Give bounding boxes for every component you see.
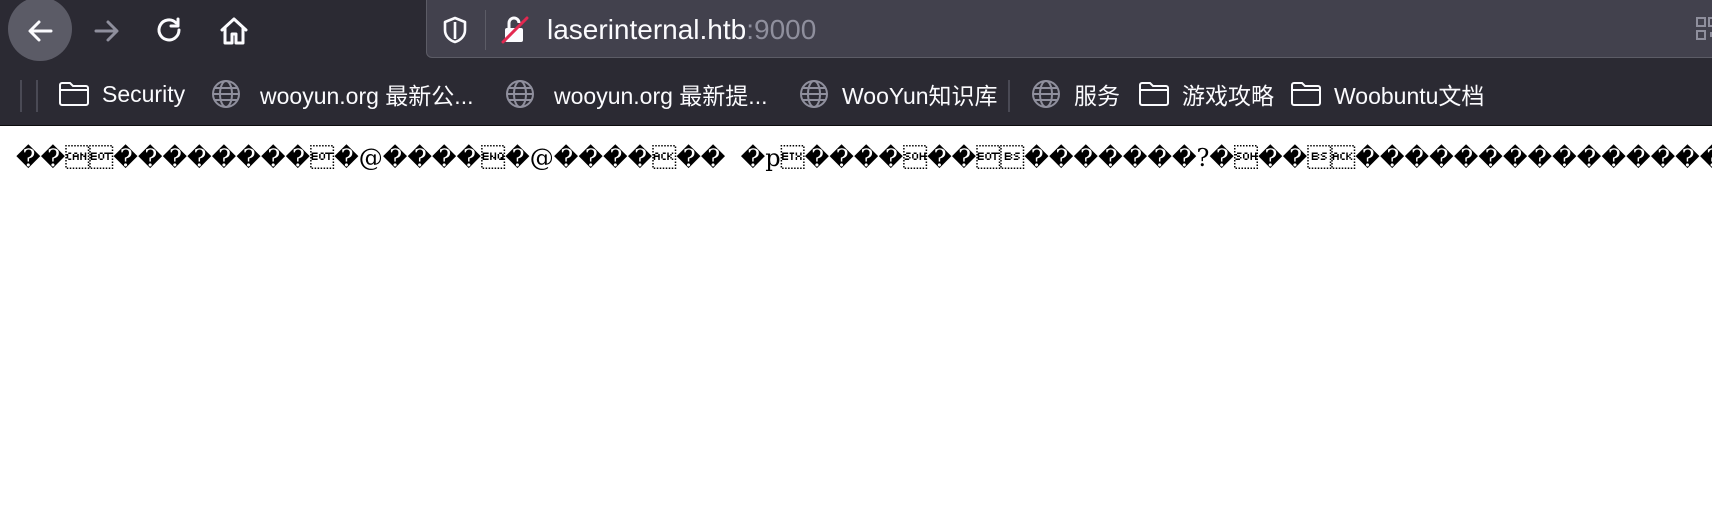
- url-port: :9000: [746, 14, 817, 45]
- browser-toolbar: laserinternal.htb:9000: [0, 0, 1712, 62]
- globe-icon: [506, 80, 534, 108]
- forward-button[interactable]: [74, 0, 140, 62]
- bookmark-label: Security: [102, 80, 186, 107]
- bookmark-wooyun-knowledge[interactable]: WooYun知识库: [798, 74, 998, 114]
- home-button[interactable]: [201, 0, 267, 62]
- url-bar-separator: [485, 10, 486, 50]
- back-icon: [28, 20, 53, 42]
- insecure-lock-icon[interactable]: [499, 14, 531, 46]
- bookmark-label: Woobuntu文档: [1334, 83, 1485, 109]
- qr-code-icon[interactable]: [1693, 14, 1712, 44]
- bookmark-wooyun-public[interactable]: wooyun.org 最新公...: [210, 74, 473, 114]
- globe-icon: [1032, 80, 1060, 108]
- forward-icon: [94, 20, 119, 42]
- bookmark-game-guides[interactable]: 游戏攻略: [1138, 74, 1274, 114]
- folder-icon: [59, 82, 89, 106]
- globe-icon: [212, 80, 240, 108]
- url-host: laserinternal.htb: [547, 14, 747, 45]
- bookmark-wooyun-submit[interactable]: wooyun.org 最新提...: [504, 74, 767, 114]
- bookmark-woobuntu-docs[interactable]: Woobuntu文档: [1290, 74, 1484, 114]
- bookmarks-divider: [36, 80, 38, 112]
- page-content: �����������@�����@������ �p������…: [0, 126, 1712, 524]
- bookmarks-toolbar: Security wooyun.org 最新公... wooyun.org 最新…: [0, 62, 1712, 126]
- bookmark-label: 游戏攻略: [1182, 83, 1274, 109]
- bookmarks-divider: [1008, 80, 1010, 112]
- bookmarks-divider: [20, 80, 22, 112]
- folder-icon: [1291, 82, 1321, 106]
- reload-icon: [157, 17, 181, 42]
- binary-response-text: �����������@�����@������ �p������…: [16, 144, 1712, 172]
- home-icon: [220, 17, 248, 45]
- back-button[interactable]: [7, 0, 73, 62]
- bookmark-label: 服务: [1074, 83, 1120, 109]
- bookmark-label: wooyun.org 最新提...: [554, 83, 768, 109]
- bookmark-security[interactable]: Security: [58, 74, 185, 114]
- tracking-protection-shield-icon[interactable]: [441, 15, 469, 45]
- bookmark-label: WooYun知识库: [842, 83, 998, 109]
- url-bar[interactable]: laserinternal.htb:9000: [426, 0, 1712, 58]
- bookmark-services[interactable]: 服务: [1030, 74, 1120, 114]
- globe-icon: [800, 80, 828, 108]
- url-text[interactable]: laserinternal.htb:9000: [547, 13, 816, 47]
- bookmark-label: wooyun.org 最新公...: [260, 83, 474, 109]
- folder-icon: [1139, 82, 1169, 106]
- reload-button[interactable]: [136, 0, 202, 62]
